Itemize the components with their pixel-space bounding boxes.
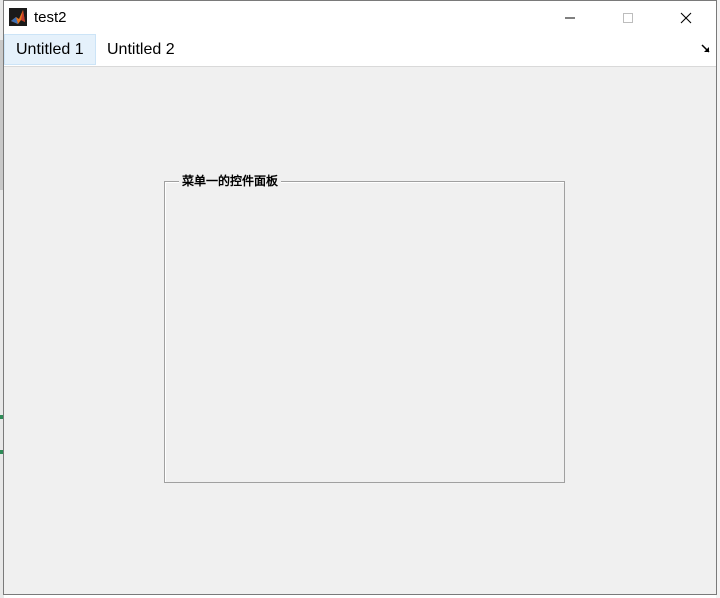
window-title: test2 (34, 9, 67, 26)
corner-arrow-icon[interactable] (701, 44, 711, 54)
close-button[interactable] (657, 1, 715, 34)
tab-label: Untitled 1 (16, 40, 84, 58)
title-bar[interactable]: test2 (4, 1, 716, 34)
tab-untitled-1[interactable]: Untitled 1 (4, 34, 96, 65)
maximize-icon (623, 12, 633, 23)
minimize-button[interactable] (541, 1, 599, 34)
tab-untitled-2[interactable]: Untitled 2 (96, 34, 186, 65)
control-panel: 菜单一的控件面板 (164, 173, 565, 483)
minimize-icon (565, 17, 575, 18)
figure-window: test2 Untitled 1 Untitled 2 菜单一的控件面板 (3, 0, 717, 595)
matlab-icon (9, 8, 27, 26)
tab-bar: Untitled 1 Untitled 2 (4, 34, 716, 67)
tab-label: Untitled 2 (107, 40, 175, 58)
maximize-button[interactable] (599, 1, 657, 34)
close-icon (680, 12, 692, 23)
panel-title: 菜单一的控件面板 (179, 173, 282, 189)
